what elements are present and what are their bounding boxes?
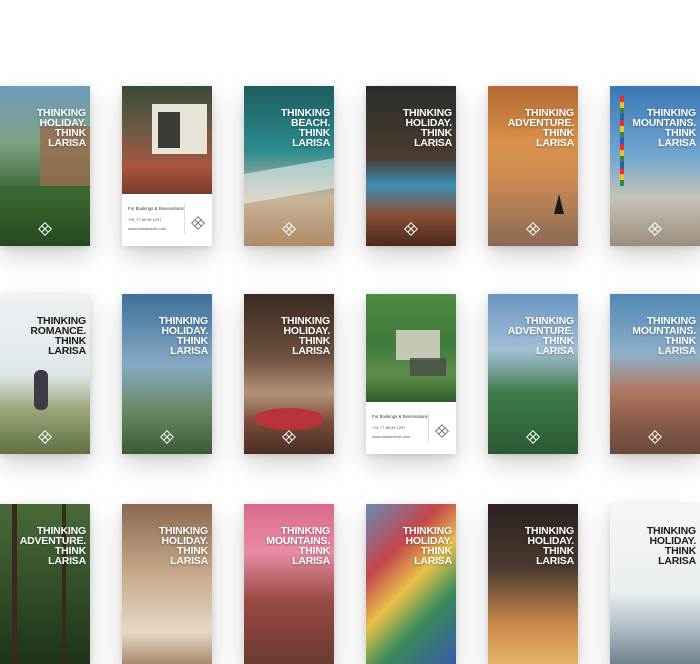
larisa-logo-icon bbox=[160, 430, 174, 444]
larisa-logo-icon bbox=[404, 222, 418, 236]
poster-card-16: Thinking Holiday. Think Larisa bbox=[366, 504, 456, 664]
poster-headline: Thinking Mountains. Think Larisa bbox=[632, 315, 696, 357]
poster-card-10: For Bookings & Reservations +91 77 88 99… bbox=[366, 294, 456, 454]
poster-card-1: Thinking Holiday. Think Larisa bbox=[0, 86, 90, 246]
booking-phone: +91 77 88 99 1297 bbox=[128, 217, 162, 222]
larisa-logo-icon bbox=[282, 222, 296, 236]
booking-title: For Bookings & Reservations bbox=[372, 414, 428, 419]
poster-headline: Thinking Holiday. Think Larisa bbox=[646, 525, 696, 567]
poster-card-17: Thinking Holiday. Think Larisa bbox=[488, 504, 578, 664]
poster-card-4: Thinking Holiday. Think Larisa bbox=[366, 86, 456, 246]
divider bbox=[428, 412, 429, 442]
booking-website: www.larisaresort.com bbox=[372, 434, 411, 439]
poster-card-9: Thinking Holiday. Think Larisa bbox=[244, 294, 334, 454]
poster-card-11: Thinking Adventure. Think Larisa bbox=[488, 294, 578, 454]
poster-card-13: Thinking Adventure. Think Larisa bbox=[0, 504, 90, 664]
poster-headline: Thinking Holiday. Think Larisa bbox=[36, 107, 86, 149]
larisa-logo-icon bbox=[282, 430, 296, 444]
poster-card-2: For Bookings & Reservations +91 77 88 99… bbox=[122, 86, 212, 246]
divider bbox=[184, 204, 185, 234]
poster-card-14: Thinking Holiday. Think Larisa bbox=[122, 504, 212, 664]
booking-info-panel: For Bookings & Reservations +91 77 88 99… bbox=[122, 194, 212, 246]
poster-card-15: Thinking Mountains. Think Larisa bbox=[244, 504, 334, 664]
poster-card-8: Thinking Holiday. Think Larisa bbox=[122, 294, 212, 454]
booking-website: www.larisaresort.com bbox=[128, 226, 167, 231]
larisa-logo-icon bbox=[38, 430, 52, 444]
poster-headline: Thinking Adventure. Think Larisa bbox=[19, 525, 86, 567]
poster-card-5: Thinking Adventure. Think Larisa bbox=[488, 86, 578, 246]
poster-headline: Thinking Holiday. Think Larisa bbox=[158, 525, 208, 567]
poster-headline: Thinking Beach. Think Larisa bbox=[280, 107, 330, 149]
larisa-logo-icon bbox=[526, 430, 540, 444]
poster-card-7: Thinking Romance. Think Larisa bbox=[0, 294, 90, 454]
larisa-logo-icon bbox=[526, 222, 540, 236]
poster-headline: Thinking Mountains. Think Larisa bbox=[266, 525, 330, 567]
poster-headline: Thinking Mountains. Think Larisa bbox=[632, 107, 696, 149]
poster-headline: Thinking Holiday. Think Larisa bbox=[524, 525, 574, 567]
larisa-logo-icon bbox=[648, 430, 662, 444]
poster-card-6: Thinking Mountains. Think Larisa bbox=[610, 86, 700, 246]
poster-card-18: Thinking Holiday. Think Larisa bbox=[610, 504, 700, 664]
poster-headline: Thinking Romance. Think Larisa bbox=[30, 315, 86, 357]
larisa-logo-icon bbox=[435, 424, 449, 438]
poster-headline: Thinking Holiday. Think Larisa bbox=[402, 525, 452, 567]
poster-card-3: Thinking Beach. Think Larisa bbox=[244, 86, 334, 246]
poster-headline: Thinking Holiday. Think Larisa bbox=[280, 315, 330, 357]
booking-title: For Bookings & Reservations bbox=[128, 206, 184, 211]
booking-phone: +91 77 88 99 1297 bbox=[372, 425, 406, 430]
larisa-logo-icon bbox=[191, 216, 205, 230]
poster-headline: Thinking Holiday. Think Larisa bbox=[402, 107, 452, 149]
poster-headline: Thinking Adventure. Think Larisa bbox=[507, 107, 574, 149]
poster-headline: Thinking Adventure. Think Larisa bbox=[507, 315, 574, 357]
poster-headline: Thinking Holiday. Think Larisa bbox=[158, 315, 208, 357]
poster-card-12: Thinking Mountains. Think Larisa bbox=[610, 294, 700, 454]
larisa-logo-icon bbox=[648, 222, 662, 236]
booking-info-panel: For Bookings & Reservations +91 77 88 99… bbox=[366, 402, 456, 454]
larisa-logo-icon bbox=[38, 222, 52, 236]
